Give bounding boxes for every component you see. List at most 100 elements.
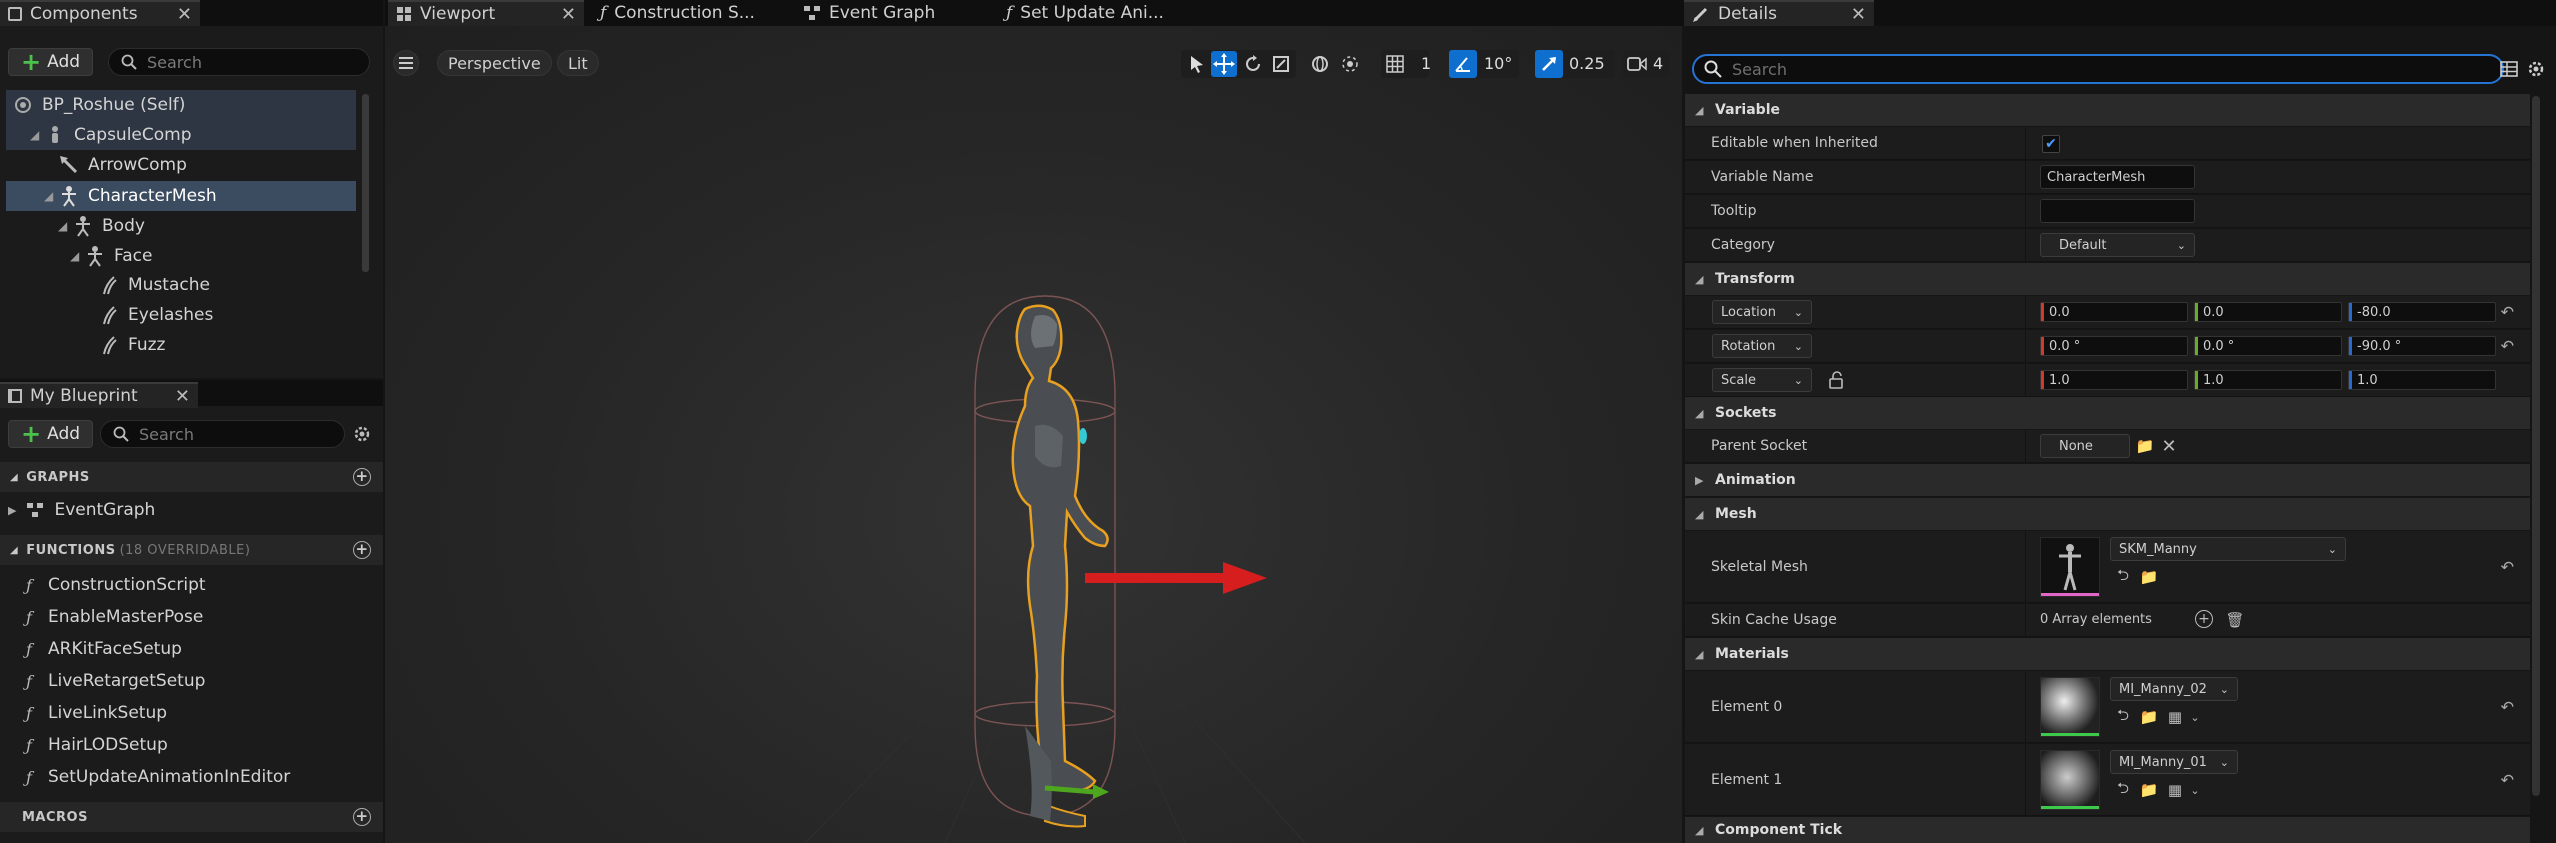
components-search-input[interactable]: Search [108,48,370,76]
tree-item-arrow[interactable]: ArrowComp [6,150,356,180]
rotation-mode-dropdown[interactable]: Rotation ⌄ [1712,334,1812,358]
tree-item-body[interactable]: ◢ Body [6,211,356,241]
browse-asset-icon[interactable]: 📁 [2139,567,2159,587]
editable-when-inherited-checkbox[interactable]: ✔ [2042,135,2060,153]
column-divider[interactable] [2025,330,2026,362]
location-mode-dropdown[interactable]: Location ⌄ [1712,300,1812,324]
chevron-down-icon[interactable]: ◢ [58,219,72,233]
use-selected-icon[interactable]: ⮌ [2113,779,2133,800]
use-selected-icon[interactable]: ⮌ [2113,566,2133,587]
rotation-y-input[interactable]: 0.0 ° [2194,336,2342,356]
macros-section-header[interactable]: MACROS + [0,802,383,832]
add-element-icon[interactable]: + [2195,610,2213,628]
tooltip-input[interactable] [2040,199,2195,223]
location-x-input[interactable]: 0.0 [2040,302,2188,322]
skeletal-mesh-thumbnail[interactable] [2040,537,2100,597]
tree-item-face[interactable]: ◢ Face [6,241,356,271]
use-selected-icon[interactable]: ⮌ [2113,706,2133,727]
section-materials[interactable]: ◢ Materials [1685,638,2530,670]
add-macro-icon[interactable]: + [353,808,371,826]
section-variable[interactable]: ◢ Variable [1685,94,2530,126]
details-scrollbar[interactable] [2532,96,2540,796]
browse-socket-icon[interactable]: 📁 [2135,436,2155,456]
clear-icon[interactable]: ✕ [2159,436,2179,457]
graphs-section-header[interactable]: ◢ GRAPHS + [0,462,383,492]
column-divider[interactable] [2025,296,2026,328]
add-component-button[interactable]: + Add [8,48,94,76]
checker-icon[interactable]: ▦ [2165,780,2185,800]
close-icon[interactable]: ✕ [1851,4,1866,25]
grid-view-icon[interactable] [2500,60,2518,78]
column-divider[interactable] [2025,195,2026,227]
lock-icon[interactable] [1827,371,1845,389]
tree-item-self[interactable]: BP_Roshue (Self) [6,90,356,120]
section-animation[interactable]: ▶ Animation [1685,464,2530,496]
rotation-z-input[interactable]: -90.0 ° [2348,336,2496,356]
scale-x-input[interactable]: 1.0 [2040,370,2188,390]
reset-icon[interactable]: ↶ [2501,557,2514,576]
function-item[interactable]: ƒ LiveRetargetSetup [26,666,205,696]
function-item[interactable]: ƒ EnableMasterPose [26,602,203,632]
reset-icon[interactable]: ↶ [2501,303,2514,322]
chevron-down-icon[interactable]: ◢ [70,249,84,263]
chevron-down-icon[interactable]: ◢ [30,128,44,142]
tab-viewport[interactable]: Viewport ✕ [388,0,584,26]
function-item[interactable]: ƒ ConstructionScript [26,570,206,600]
details-search-input[interactable]: Search [1692,54,2504,84]
tree-item-fuzz[interactable]: Fuzz [6,330,356,360]
tree-item-mustache[interactable]: Mustache [6,270,356,300]
function-item[interactable]: ƒ ARKitFaceSetup [26,634,182,664]
function-item[interactable]: ƒ SetUpdateAnimationInEditor [26,762,290,792]
column-divider[interactable] [2025,671,2026,742]
browse-asset-icon[interactable]: 📁 [2139,707,2159,727]
components-scrollbar[interactable] [362,94,369,272]
tab-components[interactable]: Components ✕ [0,0,200,26]
add-function-icon[interactable]: + [353,541,371,559]
column-divider[interactable] [2025,127,2026,159]
function-item[interactable]: ƒ HairLODSetup [26,730,168,760]
reset-icon[interactable]: ↶ [2501,337,2514,356]
checker-icon[interactable]: ▦ [2165,707,2185,727]
scale-z-input[interactable]: 1.0 [2348,370,2496,390]
tab-set-update-animation[interactable]: ƒ Set Update Ani... [998,0,1188,26]
tab-my-blueprint[interactable]: My Blueprint ✕ [0,382,198,408]
add-member-button[interactable]: + Add [8,420,94,448]
gear-icon[interactable] [352,424,372,444]
location-z-input[interactable]: -80.0 [2348,302,2496,322]
viewport-canvas[interactable]: Perspective Lit 1 10° 0.25 4 [385,26,1682,843]
column-divider[interactable] [2025,161,2026,193]
graph-item-eventgraph[interactable]: ▶ EventGraph [8,495,155,525]
column-divider[interactable] [2025,604,2026,636]
trash-icon[interactable]: 🗑 [2225,610,2245,630]
location-y-input[interactable]: 0.0 [2194,302,2342,322]
skeletal-mesh-dropdown[interactable]: SKM_Manny ⌄ [2110,537,2346,561]
material-dropdown[interactable]: MI_Manny_01 ⌄ [2110,750,2238,774]
section-sockets[interactable]: ◢ Sockets [1685,397,2530,429]
category-dropdown[interactable]: Default ⌄ [2040,233,2195,257]
my-blueprint-search-input[interactable]: Search [100,420,345,448]
functions-section-header[interactable]: ◢ FUNCTIONS (18 OVERRIDABLE) + [0,535,383,565]
material-dropdown[interactable]: MI_Manny_02 ⌄ [2110,677,2238,701]
tree-item-character-mesh[interactable]: ◢ CharacterMesh [6,181,356,211]
add-graph-icon[interactable]: + [353,468,371,486]
tree-item-eyelashes[interactable]: Eyelashes [6,300,356,330]
column-divider[interactable] [2025,744,2026,815]
column-divider[interactable] [2025,229,2026,261]
section-transform[interactable]: ◢ Transform [1685,263,2530,295]
chevron-right-icon[interactable]: ▶ [8,504,16,517]
scale-y-input[interactable]: 1.0 [2194,370,2342,390]
section-component-tick[interactable]: ◢ Component Tick [1685,817,2530,843]
column-divider[interactable] [2025,531,2026,602]
close-icon[interactable]: ✕ [561,4,576,25]
chevron-down-icon[interactable]: ⌄ [2185,707,2205,727]
scale-mode-dropdown[interactable]: Scale ⌄ [1712,368,1812,392]
tab-construction-script[interactable]: ƒ Construction S... [592,0,767,26]
browse-asset-icon[interactable]: 📁 [2139,780,2159,800]
chevron-down-icon[interactable]: ◢ [44,189,58,203]
column-divider[interactable] [2025,364,2026,396]
tab-event-graph[interactable]: Event Graph [795,0,975,26]
section-mesh[interactable]: ◢ Mesh [1685,498,2530,530]
column-divider[interactable] [2025,430,2026,462]
rotation-x-input[interactable]: 0.0 ° [2040,336,2188,356]
tree-item-capsule[interactable]: ◢ CapsuleComp [6,120,356,150]
